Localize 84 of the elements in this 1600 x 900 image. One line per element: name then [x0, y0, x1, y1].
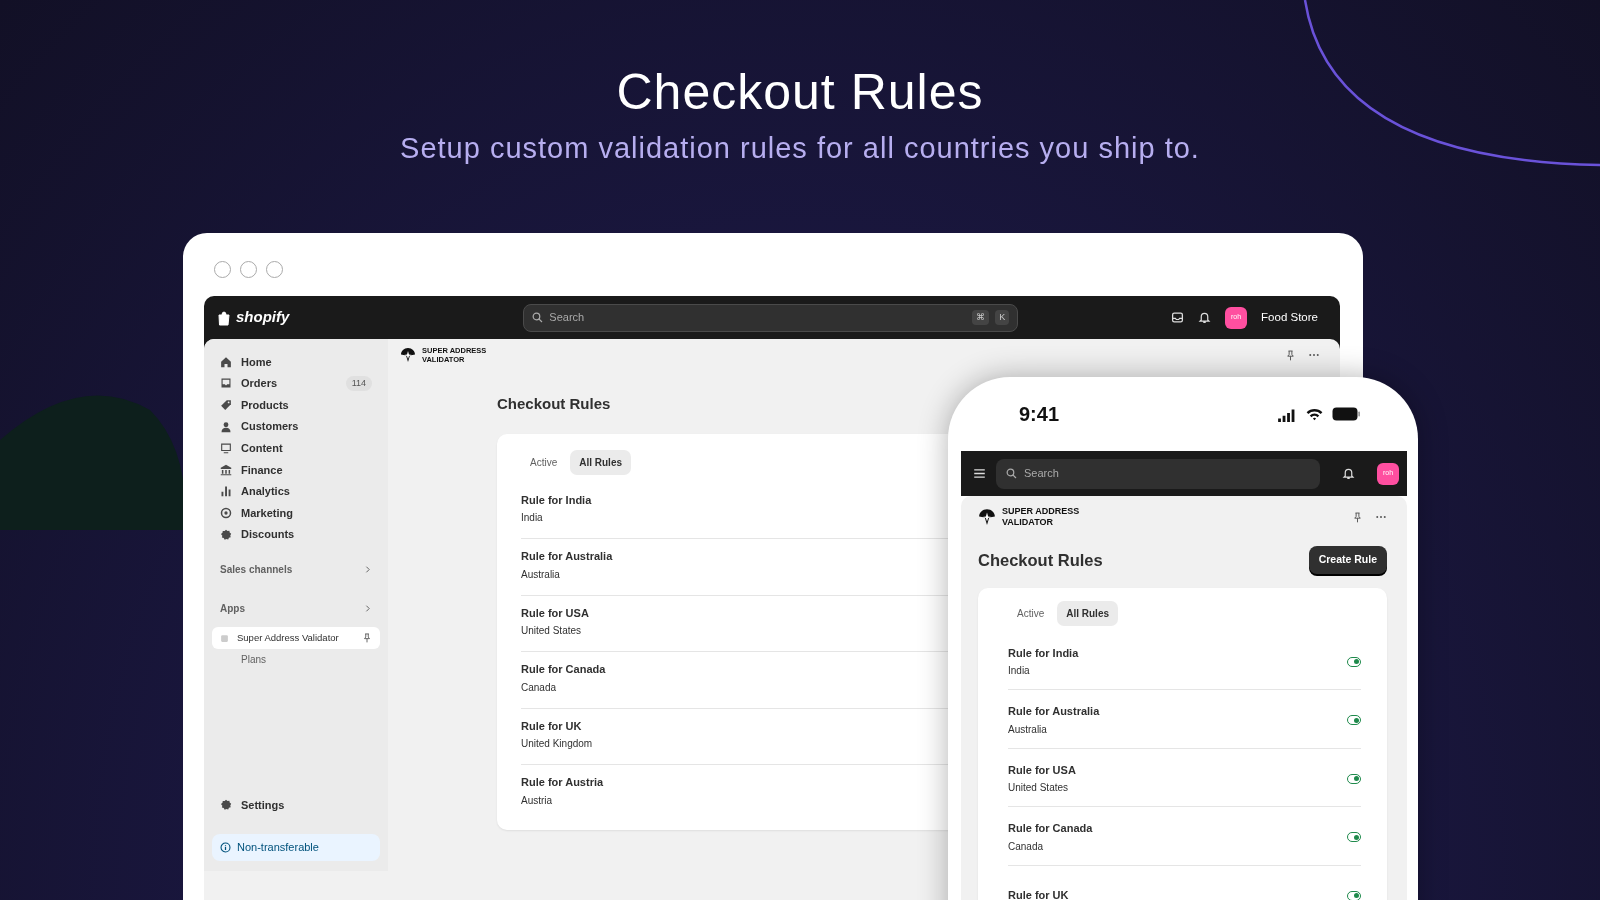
- search-field[interactable]: Search: [996, 458, 1320, 489]
- settings-item[interactable]: Settings: [212, 794, 380, 816]
- rule-name[interactable]: Rule for UK: [521, 717, 582, 734]
- rule-country: India: [521, 511, 543, 525]
- bag-icon: [216, 308, 232, 327]
- bar-chart-icon: [220, 485, 232, 498]
- sidebar-item[interactable]: Finance: [212, 458, 380, 481]
- app-icon: [220, 633, 229, 643]
- shortcut-key: K: [995, 309, 1010, 326]
- rule-country: Australia: [521, 567, 560, 582]
- pin-icon[interactable]: [1285, 349, 1296, 361]
- rule-country: Canada: [1008, 839, 1044, 854]
- tab[interactable]: All Rules: [1057, 600, 1119, 626]
- tab[interactable]: All Rules: [570, 449, 632, 475]
- hero-subtitle: Setup custom validation rules for all countries you ship to.: [400, 131, 1200, 166]
- rule-name[interactable]: Rule for UK: [1008, 887, 1069, 900]
- rule-country: United States: [521, 624, 582, 638]
- app-label: Super Address Validator: [237, 631, 339, 646]
- sidebar-item[interactable]: Customers: [212, 415, 380, 438]
- create-rule-button[interactable]: Create Rule: [1308, 546, 1387, 574]
- page-title: Checkout Rules: [497, 394, 611, 414]
- app-logo-icon: [400, 347, 416, 363]
- hero-title: Checkout Rules: [616, 63, 984, 122]
- search-placeholder: Search: [1024, 466, 1059, 482]
- target-icon: [220, 506, 232, 519]
- home-icon: [220, 355, 232, 368]
- rule-country: Canada: [521, 680, 557, 695]
- rule-name[interactable]: Rule for Australia: [1008, 703, 1100, 720]
- pin-icon[interactable]: [1352, 511, 1363, 523]
- badge-icon: [220, 528, 232, 541]
- sidebar-item[interactable]: Home: [212, 351, 380, 373]
- search-field[interactable]: Search ⌘ K: [523, 303, 1019, 332]
- sidebar-item[interactable]: Products: [212, 394, 380, 416]
- status-time: 9:41: [1019, 402, 1060, 427]
- section-label: Sales channels: [220, 563, 293, 578]
- rule-country: United Kingdom: [521, 737, 593, 751]
- store-name[interactable]: Food Store: [1261, 308, 1318, 327]
- app-name: SUPER ADDRESS VALIDATOR: [1002, 506, 1081, 528]
- logo-text: shopify: [236, 307, 290, 328]
- rule-name[interactable]: Rule for USA: [1008, 761, 1076, 779]
- count-badge: 114: [345, 375, 372, 392]
- search-icon: [532, 312, 544, 323]
- bank-icon: [220, 463, 232, 476]
- tag-icon: [220, 399, 232, 411]
- person-icon: [220, 420, 232, 433]
- rule-name[interactable]: Rule for India: [521, 491, 592, 508]
- rule-name[interactable]: Rule for Austria: [521, 774, 604, 791]
- chevron-right-icon[interactable]: [363, 604, 372, 614]
- search-placeholder: Search: [549, 310, 585, 326]
- sidebar-subitem[interactable]: Plans: [212, 649, 380, 671]
- monitor-icon: [220, 442, 232, 455]
- page-title: Checkout Rules: [978, 549, 1103, 571]
- rule-name[interactable]: Rule for Canada: [1008, 820, 1093, 837]
- menu-icon[interactable]: [973, 467, 986, 480]
- sidebar-item[interactable]: Discounts: [212, 523, 380, 546]
- pin-icon[interactable]: [362, 633, 372, 644]
- inbox-icon[interactable]: [1171, 311, 1185, 324]
- tab[interactable]: Active: [1008, 600, 1054, 626]
- bell-icon[interactable]: [1198, 311, 1212, 324]
- info-icon: [220, 842, 231, 853]
- rule-country: India: [1008, 664, 1030, 679]
- battery-icon: [1332, 407, 1360, 421]
- app-item[interactable]: Super Address Validator: [212, 627, 380, 650]
- section-label: Apps: [220, 602, 245, 617]
- tab[interactable]: Active: [521, 449, 567, 475]
- rule-name[interactable]: Rule for Canada: [521, 661, 606, 678]
- app-logo-icon: [978, 508, 996, 526]
- rule-country: Australia: [1008, 722, 1047, 737]
- rule-name[interactable]: Rule for Australia: [521, 548, 613, 565]
- rule-country: Austria: [521, 793, 553, 808]
- sidebar-item[interactable]: Marketing: [212, 502, 380, 524]
- rule-country: United States: [1008, 781, 1069, 796]
- chevron-right-icon[interactable]: [363, 565, 372, 575]
- search-icon: [1006, 468, 1017, 479]
- tray-icon: [220, 377, 232, 390]
- rule-name[interactable]: Rule for India: [1008, 644, 1079, 662]
- sidebar-item[interactable]: Content: [212, 437, 380, 459]
- sidebar-item[interactable]: Analytics: [212, 480, 380, 503]
- notice-text: Non-transferable: [237, 840, 319, 856]
- sidebar-item[interactable]: Orders 114: [212, 372, 380, 395]
- bell-icon[interactable]: [1342, 467, 1355, 480]
- shortcut-key: ⌘: [972, 309, 990, 326]
- rule-name[interactable]: Rule for USA: [521, 604, 589, 621]
- settings-icon: [220, 799, 232, 812]
